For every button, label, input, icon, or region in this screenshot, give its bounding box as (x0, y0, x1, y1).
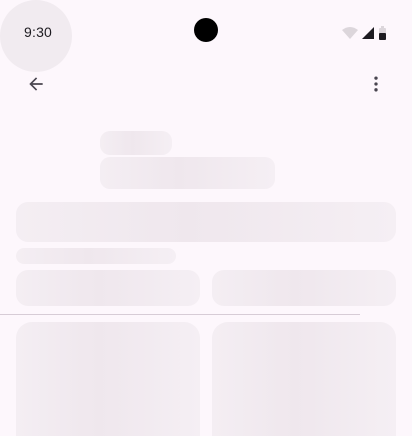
camera-cutout (194, 18, 218, 42)
status-time: 9:30 (24, 24, 53, 40)
caption-placeholder (16, 248, 176, 264)
wifi-icon (342, 27, 358, 39)
content-block-placeholder (16, 202, 396, 242)
more-options-button[interactable] (360, 68, 392, 100)
back-button[interactable] (20, 68, 52, 100)
card-placeholder-right (212, 322, 396, 436)
cellular-signal-icon (362, 27, 374, 39)
status-icons (342, 26, 388, 40)
button-placeholder-right (212, 270, 396, 306)
divider (0, 314, 360, 315)
card-placeholder-left (16, 322, 200, 436)
title-placeholder (100, 131, 172, 155)
more-vert-icon (374, 76, 378, 92)
button-placeholder-left (16, 270, 200, 306)
battery-icon (379, 26, 386, 40)
arrow-back-icon (29, 77, 43, 91)
loading-screen: 9:30 (0, 0, 412, 436)
subtitle-placeholder (100, 157, 275, 189)
